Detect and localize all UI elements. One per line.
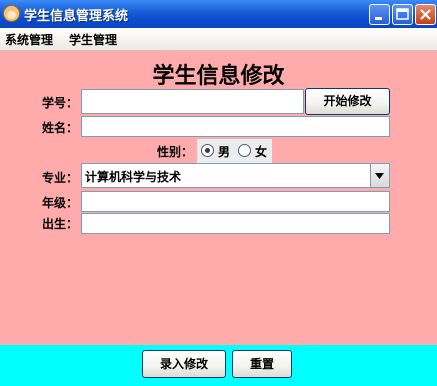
title-bar[interactable]: 学生信息管理系统 <box>0 0 437 28</box>
window-title: 学生信息管理系统 <box>24 9 129 24</box>
major-select[interactable]: 计算机科学与技术 <box>81 163 390 188</box>
grade-label: 年级： <box>42 196 79 210</box>
minimize-icon <box>375 17 382 20</box>
submit-edit-button[interactable]: 录入修改 <box>142 350 226 378</box>
form-panel: 学生信息修改 学号： 开始修改 姓名： 性别： 男 女 专业： 计算机科学与技术… <box>0 51 437 345</box>
gender-female-label[interactable]: 女 <box>255 143 267 160</box>
student-id-label: 学号： <box>42 96 79 110</box>
birth-label: 出生： <box>42 217 79 231</box>
maximize-icon <box>396 8 409 20</box>
gender-radio-group: 男 女 <box>197 139 272 163</box>
major-label: 专业： <box>42 171 79 185</box>
menu-system-management[interactable]: 系统管理 <box>5 31 53 48</box>
student-face-icon <box>3 5 20 22</box>
name-input[interactable] <box>81 116 390 137</box>
grade-input[interactable] <box>81 191 390 212</box>
birth-input[interactable] <box>81 213 390 234</box>
gender-male-radio[interactable] <box>201 144 214 157</box>
gender-male-label[interactable]: 男 <box>218 143 230 160</box>
app-window: 学生信息管理系统 系统管理 学生管理 学生信息修改 学号： 开始修改 姓名： 性… <box>0 0 437 386</box>
student-id-input[interactable] <box>81 89 304 114</box>
menu-bar: 系统管理 学生管理 <box>0 28 437 51</box>
minimize-button[interactable] <box>369 4 390 25</box>
maximize-button[interactable] <box>392 4 413 25</box>
form-title: 学生信息修改 <box>152 64 285 89</box>
name-label: 姓名： <box>42 121 79 135</box>
gender-label: 性别： <box>157 145 194 159</box>
close-button[interactable] <box>415 4 436 25</box>
gender-female-radio[interactable] <box>238 144 251 157</box>
close-icon <box>420 9 431 20</box>
major-selected-value: 计算机科学与技术 <box>85 170 182 184</box>
start-edit-button[interactable]: 开始修改 <box>305 88 390 115</box>
reset-button[interactable]: 重置 <box>232 350 292 378</box>
action-bar: 录入修改 重置 <box>0 345 437 386</box>
menu-student-management[interactable]: 学生管理 <box>69 31 117 48</box>
chevron-down-icon[interactable] <box>370 164 389 187</box>
